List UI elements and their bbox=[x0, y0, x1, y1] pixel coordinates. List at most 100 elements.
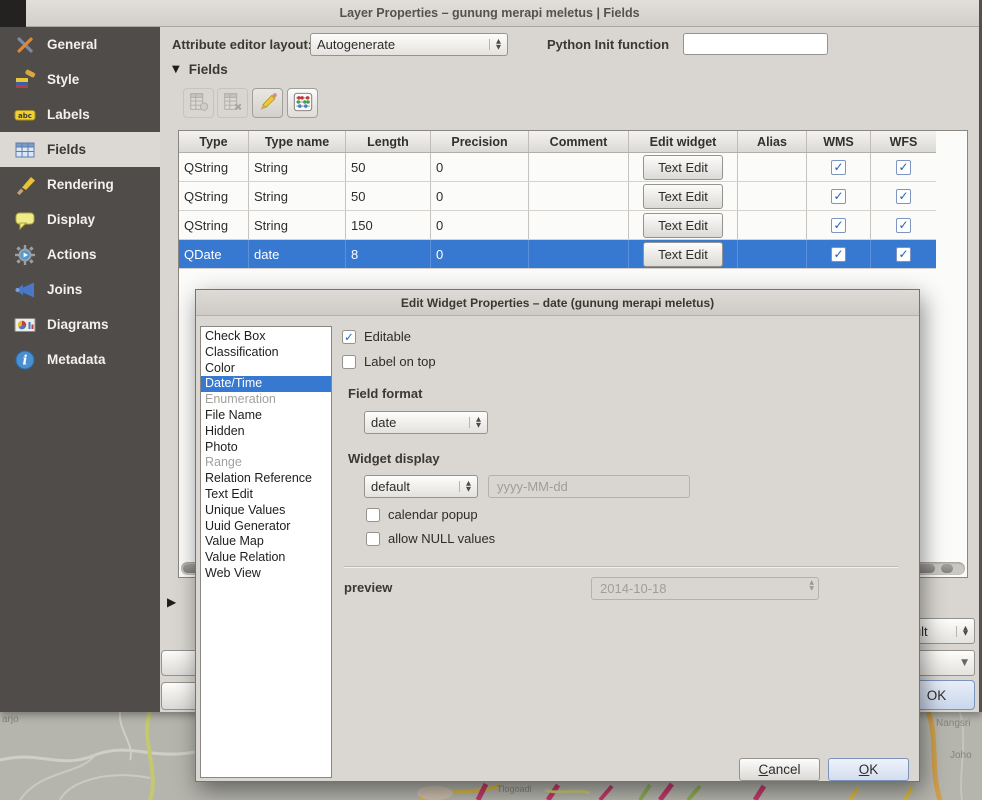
window-titlebar[interactable]: Layer Properties – gunung merapi meletus… bbox=[0, 0, 979, 27]
label-on-top-checkbox[interactable] bbox=[342, 355, 356, 369]
allow-null-checkbox[interactable] bbox=[366, 532, 380, 546]
display-mode-combo[interactable]: default ▲▼ bbox=[364, 475, 478, 498]
wms-checkbox[interactable]: ✓ bbox=[831, 189, 846, 204]
widget-type-item[interactable]: Relation Reference bbox=[201, 471, 331, 487]
column-header[interactable]: Alias bbox=[738, 131, 807, 152]
label-on-top-label: Label on top bbox=[364, 354, 436, 369]
wfs-checkbox[interactable]: ✓ bbox=[896, 160, 911, 175]
widget-type-item[interactable]: Web View bbox=[201, 566, 331, 582]
wms-checkbox[interactable]: ✓ bbox=[831, 218, 846, 233]
cell-comment bbox=[529, 153, 629, 181]
sidebar-item-rendering[interactable]: Rendering bbox=[0, 167, 160, 202]
edit-widget-properties-dialog: Edit Widget Properties – date (gunung me… bbox=[195, 289, 920, 782]
hidden-left-button[interactable] bbox=[161, 650, 199, 676]
ok-label: OK bbox=[829, 759, 908, 780]
widget-type-item[interactable]: Text Edit bbox=[201, 487, 331, 503]
collapse-triangle-icon: ▼ bbox=[172, 64, 180, 75]
cell-length: 8 bbox=[346, 240, 431, 268]
attr-editor-layout-combo[interactable]: Autogenerate ▲▼ bbox=[310, 33, 508, 56]
dialog-titlebar[interactable]: Edit Widget Properties – date (gunung me… bbox=[196, 290, 919, 316]
widget-type-item[interactable]: Classification bbox=[201, 345, 331, 361]
table-row-selected[interactable]: QDate date 8 0 Text Edit ✓ ✓ bbox=[179, 240, 936, 269]
wms-checkbox[interactable]: ✓ bbox=[831, 247, 846, 262]
delete-column-icon bbox=[222, 91, 244, 116]
widget-type-item[interactable]: File Name bbox=[201, 408, 331, 424]
column-header[interactable]: Comment bbox=[529, 131, 629, 152]
widget-type-item[interactable]: Unique Values bbox=[201, 503, 331, 519]
tools-icon bbox=[13, 34, 37, 56]
sidebar-item-labels[interactable]: abc Labels bbox=[0, 97, 160, 132]
hidden-left-button[interactable] bbox=[161, 682, 199, 710]
widget-type-item[interactable]: Hidden bbox=[201, 424, 331, 440]
fields-group-header[interactable]: ▼ Fields bbox=[172, 62, 228, 77]
field-format-combo[interactable]: date ▲▼ bbox=[364, 411, 488, 434]
widget-type-item[interactable]: Check Box bbox=[201, 329, 331, 345]
sidebar-item-display[interactable]: Display bbox=[0, 202, 160, 237]
map-place-label: Tlogoadi bbox=[497, 784, 532, 794]
edit-widget-button[interactable]: Text Edit bbox=[643, 184, 723, 209]
cancel-label: Cancel bbox=[740, 759, 819, 780]
new-column-button[interactable] bbox=[183, 88, 214, 118]
column-header[interactable]: Type bbox=[179, 131, 249, 152]
info-icon: i bbox=[13, 349, 37, 371]
sidebar-item-label: Style bbox=[47, 72, 79, 87]
edit-widget-button[interactable]: Text Edit bbox=[643, 242, 723, 267]
label-on-top-checkbox-row[interactable]: Label on top bbox=[342, 354, 436, 369]
cell-type: QString bbox=[179, 182, 249, 210]
cell-alias bbox=[738, 182, 807, 210]
sidebar-item-metadata[interactable]: i Metadata bbox=[0, 342, 160, 377]
edit-widget-button[interactable]: Text Edit bbox=[643, 155, 723, 180]
wms-checkbox[interactable]: ✓ bbox=[831, 160, 846, 175]
pencil-icon bbox=[257, 91, 279, 116]
editable-checkbox[interactable]: ✓ bbox=[342, 330, 356, 344]
widget-type-item[interactable]: Uuid Generator bbox=[201, 519, 331, 535]
widget-type-item[interactable]: Photo bbox=[201, 440, 331, 456]
column-header[interactable]: Precision bbox=[431, 131, 529, 152]
calendar-popup-checkbox-row[interactable]: calendar popup bbox=[366, 507, 478, 522]
column-header[interactable]: WMS bbox=[807, 131, 871, 152]
display-mode-value: default bbox=[371, 479, 410, 494]
spinner-arrows-icon: ▲▼ bbox=[809, 580, 814, 592]
column-header[interactable]: Length bbox=[346, 131, 431, 152]
sidebar-item-general[interactable]: General bbox=[0, 27, 160, 62]
column-header[interactable]: Type name bbox=[249, 131, 346, 152]
toggle-editing-button[interactable] bbox=[252, 88, 283, 118]
column-header[interactable]: Edit widget bbox=[629, 131, 738, 152]
field-calculator-button[interactable] bbox=[287, 88, 318, 118]
wfs-checkbox[interactable]: ✓ bbox=[896, 247, 911, 262]
editable-checkbox-row[interactable]: ✓ Editable bbox=[342, 329, 411, 344]
join-arrow-icon bbox=[13, 279, 37, 301]
scrollbar-nub[interactable] bbox=[941, 564, 953, 573]
table-row[interactable]: QString String 150 0 Text Edit ✓ ✓ bbox=[179, 211, 936, 240]
calendar-popup-checkbox[interactable] bbox=[366, 508, 380, 522]
sidebar-item-actions[interactable]: Actions bbox=[0, 237, 160, 272]
sidebar-item-style[interactable]: Style bbox=[0, 62, 160, 97]
wfs-checkbox[interactable]: ✓ bbox=[896, 218, 911, 233]
cell-comment bbox=[529, 182, 629, 210]
table-row[interactable]: QString String 50 0 Text Edit ✓ ✓ bbox=[179, 182, 936, 211]
map-place-label: Joho bbox=[950, 750, 972, 761]
delete-column-button[interactable] bbox=[217, 88, 248, 118]
gear-play-icon bbox=[13, 244, 37, 266]
ok-button[interactable]: OK bbox=[828, 758, 909, 781]
allow-null-checkbox-row[interactable]: allow NULL values bbox=[366, 531, 495, 546]
sidebar-item-fields[interactable]: Fields bbox=[0, 132, 160, 167]
edit-widget-button[interactable]: Text Edit bbox=[643, 213, 723, 238]
widget-type-item[interactable]: Value Map bbox=[201, 534, 331, 550]
widget-type-item[interactable]: Color bbox=[201, 361, 331, 377]
wfs-checkbox[interactable]: ✓ bbox=[896, 189, 911, 204]
widget-type-item-selected[interactable]: Date/Time bbox=[201, 376, 331, 392]
fields-group-label: Fields bbox=[189, 62, 228, 77]
table-row[interactable]: QString String 50 0 Text Edit ✓ ✓ bbox=[179, 153, 936, 182]
widget-type-item[interactable]: Value Relation bbox=[201, 550, 331, 566]
panel-collapse-arrow-icon[interactable]: ▶ bbox=[167, 595, 176, 609]
widget-type-list[interactable]: Check Box Classification Color Date/Time… bbox=[200, 326, 332, 778]
cell-length: 50 bbox=[346, 153, 431, 181]
column-header[interactable]: WFS bbox=[871, 131, 936, 152]
python-init-input[interactable] bbox=[683, 33, 828, 55]
sidebar-item-diagrams[interactable]: Diagrams bbox=[0, 307, 160, 342]
sidebar-item-joins[interactable]: Joins bbox=[0, 272, 160, 307]
sidebar-item-label: Actions bbox=[47, 247, 97, 262]
cancel-button[interactable]: Cancel bbox=[739, 758, 820, 781]
sidebar-item-label: Diagrams bbox=[47, 317, 109, 332]
